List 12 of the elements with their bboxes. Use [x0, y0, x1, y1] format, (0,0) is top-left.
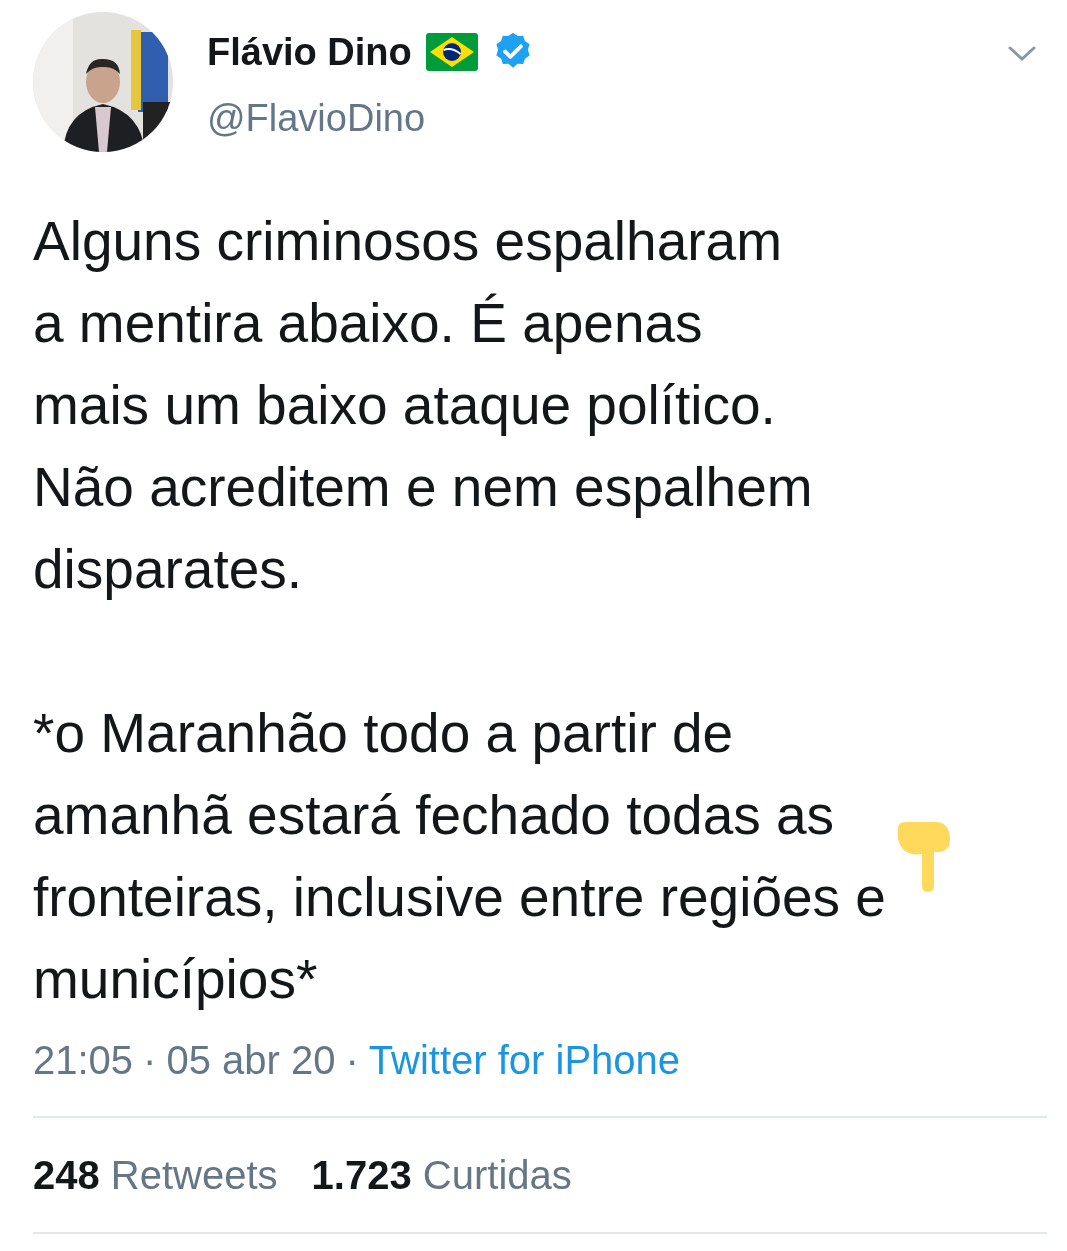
chevron-down-icon[interactable]	[1007, 44, 1037, 64]
separator-dot: ·	[143, 1037, 157, 1084]
stat-count[interactable]: 1.723 Curtidas	[311, 1152, 572, 1198]
tweet-paragraph: Alguns criminosos espalharam a mentira abaixo. É apenas mais um baixo ataque político. Não acreditem e nem espalhem disparates.	[33, 209, 813, 602]
stat-count[interactable]: 248 Retweets	[33, 1152, 278, 1198]
tweet-time: 21:05	[33, 1037, 134, 1084]
flag-icon	[425, 33, 478, 71]
tweet-paragraph: *o Maranhão todo a partir de amanhã estará fechado todas as fronteiras, inclusive entre regiões e municípios*	[33, 701, 886, 1012]
tweet-date: 05 abr 20	[166, 1037, 336, 1084]
author-handle[interactable]: @FlavioDino	[207, 96, 973, 140]
separator-dot: ·	[345, 1037, 359, 1084]
author-name[interactable]: Flávio Dino	[207, 30, 412, 74]
